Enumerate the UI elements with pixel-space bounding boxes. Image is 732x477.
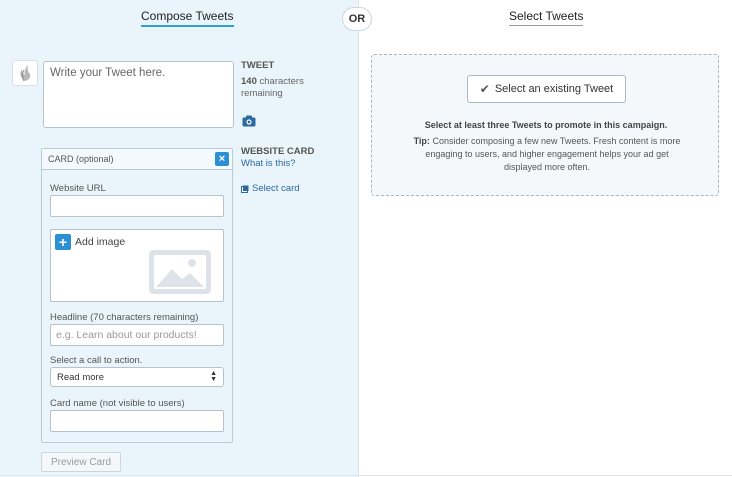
tab-compose-tweets[interactable]: Compose Tweets <box>141 9 234 27</box>
tab-select-tweets[interactable]: Select Tweets <box>509 9 584 26</box>
select-arrows-icon: ▲ ▼ <box>210 370 217 383</box>
card-name-input[interactable] <box>50 410 224 432</box>
cta-select[interactable]: Read more ▲ ▼ <box>50 367 224 387</box>
tweet-textarea[interactable] <box>43 61 234 128</box>
promote-instruction: Select at least three Tweets to promote … <box>424 120 668 130</box>
headline-label: Headline (70 characters remaining) <box>50 312 199 323</box>
cta-selected-value: Read more <box>57 371 104 383</box>
image-upload-area[interactable]: + Add image <box>50 229 224 302</box>
select-existing-label: Select an existing Tweet <box>494 83 614 95</box>
close-card-button[interactable]: × <box>215 152 229 166</box>
select-card-link[interactable]: Select card <box>241 183 300 194</box>
headline-input[interactable]: e.g. Learn about our products! <box>50 324 224 346</box>
what-is-this-link[interactable]: What is this? <box>241 158 295 169</box>
close-icon: × <box>218 153 226 165</box>
feather-logo-icon <box>20 65 31 82</box>
avatar <box>12 60 38 86</box>
image-placeholder-icon <box>149 250 211 294</box>
tweet-label: TWEET <box>241 60 275 71</box>
select-existing-tweet-button[interactable]: ✔ Select an existing Tweet <box>467 75 626 103</box>
select-tweets-box: ✔ Select an existing Tweet Select at lea… <box>371 54 719 196</box>
website-url-label: Website URL <box>50 183 106 194</box>
tip-label: Tip: <box>413 136 430 146</box>
or-separator: OR <box>342 7 372 31</box>
camera-icon[interactable] <box>242 115 256 127</box>
tip-text: Tip: Consider composing a few new Tweets… <box>412 135 682 174</box>
char-count: 140 <box>241 76 257 87</box>
card-title: CARD (optional) <box>48 154 114 164</box>
plus-icon: + <box>55 234 71 250</box>
checkmark-icon: ✔ <box>479 82 490 96</box>
card-header: CARD (optional) × <box>42 149 232 170</box>
card-name-label: Card name (not visible to users) <box>50 398 185 409</box>
add-image-button[interactable]: + Add image <box>55 234 125 250</box>
characters-remaining: 140 characters remaining <box>241 76 331 100</box>
website-card-label: WEBSITE CARD <box>241 146 315 157</box>
website-url-input[interactable] <box>50 195 224 217</box>
cards-icon <box>241 185 249 193</box>
cta-label: Select a call to action. <box>50 355 143 366</box>
bottom-divider <box>0 475 732 476</box>
tip-body: Consider composing a few new Tweets. Fre… <box>425 136 681 172</box>
select-card-label: Select card <box>252 183 300 194</box>
add-image-label: Add image <box>75 236 126 248</box>
preview-card-button[interactable]: Preview Card <box>41 452 121 472</box>
card-panel: CARD (optional) × Website URL + Add imag… <box>41 148 233 443</box>
